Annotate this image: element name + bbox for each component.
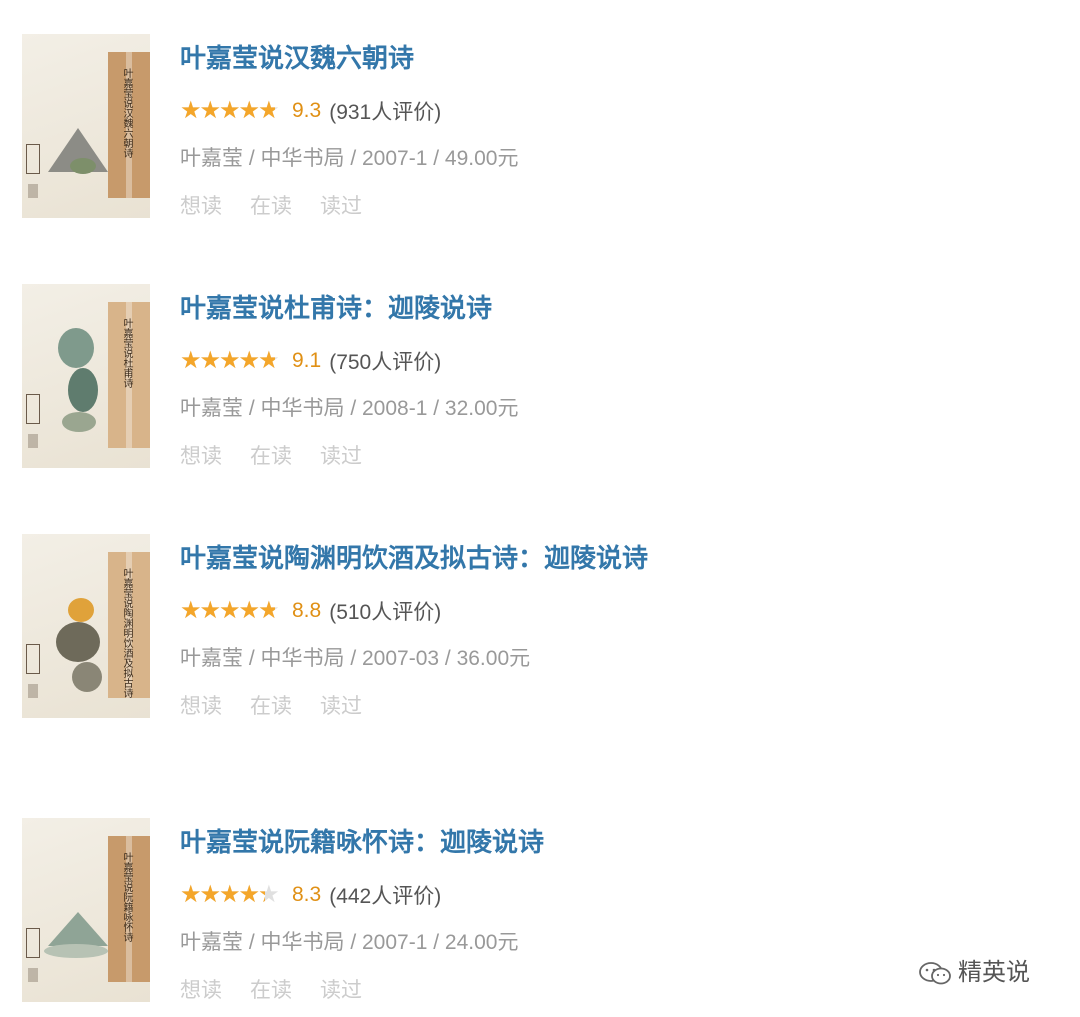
reading-button[interactable]: 在读 [250, 195, 292, 218]
rating-row: ★★★★★ ★★★★★ 9.1 (750人评价) [180, 346, 442, 375]
star-rating: ★★★★★ ★★★★★ [180, 98, 286, 124]
rating-count: (931人评价) [329, 101, 442, 124]
reading-actions: 想读 在读 读过 [180, 190, 390, 220]
cover-flower [68, 598, 94, 622]
cover-mountain [48, 912, 108, 946]
rating-count: (750人评价) [329, 351, 442, 374]
reading-button[interactable]: 在读 [250, 445, 292, 468]
cover-seal [26, 394, 40, 424]
book-item: 叶嘉莹说陶渊明饮酒及拟古诗 叶嘉莹说陶渊明饮酒及拟古诗：迦陵说诗 ★★★★★ ★… [0, 534, 1080, 724]
rating-count: (510人评价) [329, 601, 442, 624]
rating-score: 8.8 [292, 599, 322, 622]
reading-button[interactable]: 在读 [250, 695, 292, 718]
publication-info: 叶嘉莹 / 中华书局 / 2008-1 / 32.00元 [180, 397, 519, 420]
star-rating: ★★★★★ ★★★★★ [180, 882, 286, 908]
cover-seal [26, 644, 40, 674]
cover-tree [58, 328, 94, 368]
reading-actions: 想读 在读 读过 [180, 974, 390, 1004]
rating-score: 8.3 [292, 883, 322, 906]
wechat-icon [918, 961, 954, 987]
have-read-button[interactable]: 读过 [320, 195, 362, 218]
reading-actions: 想读 在读 读过 [180, 690, 390, 720]
cover-tree [70, 158, 96, 174]
watermark: 精英说 [918, 952, 1030, 987]
want-to-read-button[interactable]: 想读 [180, 695, 222, 718]
cover-stamp [28, 968, 38, 982]
rating-row: ★★★★★ ★★★★★ 8.8 (510人评价) [180, 596, 442, 625]
cover-mist [44, 944, 108, 958]
cover-title: 叶嘉莹说杜甫诗 [121, 318, 132, 388]
star-filled-icons: ★★★★★ [180, 98, 276, 124]
rating-score: 9.3 [292, 99, 322, 122]
cover-stamp [28, 434, 38, 448]
have-read-button[interactable]: 读过 [320, 695, 362, 718]
book-title-link[interactable]: 叶嘉莹说杜甫诗：迦陵说诗 [180, 288, 492, 325]
book-title-link[interactable]: 叶嘉莹说汉魏六朝诗 [180, 38, 414, 75]
want-to-read-button[interactable]: 想读 [180, 445, 222, 468]
cover-title: 叶嘉莹说陶渊明饮酒及拟古诗 [121, 568, 132, 698]
cover-title: 叶嘉莹说阮籍咏怀诗 [121, 852, 132, 942]
book-cover[interactable]: 叶嘉莹说陶渊明饮酒及拟古诗 [22, 534, 150, 718]
publication-info: 叶嘉莹 / 中华书局 / 2007-1 / 49.00元 [180, 147, 519, 170]
cover-seal [26, 928, 40, 958]
have-read-button[interactable]: 读过 [320, 979, 362, 1002]
rating-row: ★★★★★ ★★★★★ 8.3 (442人评价) [180, 880, 442, 909]
star-rating: ★★★★★ ★★★★★ [180, 598, 286, 624]
book-item: 叶嘉莹说汉魏六朝诗 叶嘉莹说汉魏六朝诗 ★★★★★ ★★★★★ 9.3 (931人… [0, 34, 1080, 224]
cover-tree [62, 412, 96, 432]
rating-score: 9.1 [292, 349, 322, 372]
book-cover[interactable]: 叶嘉莹说阮籍咏怀诗 [22, 818, 150, 1002]
cover-leaves [72, 662, 102, 692]
book-title-link[interactable]: 叶嘉莹说陶渊明饮酒及拟古诗：迦陵说诗 [180, 538, 648, 575]
want-to-read-button[interactable]: 想读 [180, 979, 222, 1002]
cover-stamp [28, 184, 38, 198]
rating-count: (442人评价) [329, 885, 442, 908]
want-to-read-button[interactable]: 想读 [180, 195, 222, 218]
star-rating: ★★★★★ ★★★★★ [180, 348, 286, 374]
cover-tree [68, 368, 98, 412]
book-title-link[interactable]: 叶嘉莹说阮籍咏怀诗：迦陵说诗 [180, 822, 544, 859]
book-cover[interactable]: 叶嘉莹说杜甫诗 [22, 284, 150, 468]
reading-button[interactable]: 在读 [250, 979, 292, 1002]
book-item: 叶嘉莹说杜甫诗 叶嘉莹说杜甫诗：迦陵说诗 ★★★★★ ★★★★★ 9.1 (750… [0, 284, 1080, 474]
publication-info: 叶嘉莹 / 中华书局 / 2007-03 / 36.00元 [180, 647, 531, 670]
star-filled-icons: ★★★★★ [180, 348, 276, 374]
star-filled-icons: ★★★★★ [180, 598, 276, 624]
cover-leaves [56, 622, 100, 662]
cover-stamp [28, 684, 38, 698]
star-filled-icons: ★★★★★ [180, 882, 265, 908]
publication-info: 叶嘉莹 / 中华书局 / 2007-1 / 24.00元 [180, 931, 519, 954]
have-read-button[interactable]: 读过 [320, 445, 362, 468]
watermark-text: 精英说 [958, 959, 1030, 986]
book-cover[interactable]: 叶嘉莹说汉魏六朝诗 [22, 34, 150, 218]
cover-title: 叶嘉莹说汉魏六朝诗 [121, 68, 132, 158]
rating-row: ★★★★★ ★★★★★ 9.3 (931人评价) [180, 96, 442, 125]
reading-actions: 想读 在读 读过 [180, 440, 390, 470]
cover-seal [26, 144, 40, 174]
